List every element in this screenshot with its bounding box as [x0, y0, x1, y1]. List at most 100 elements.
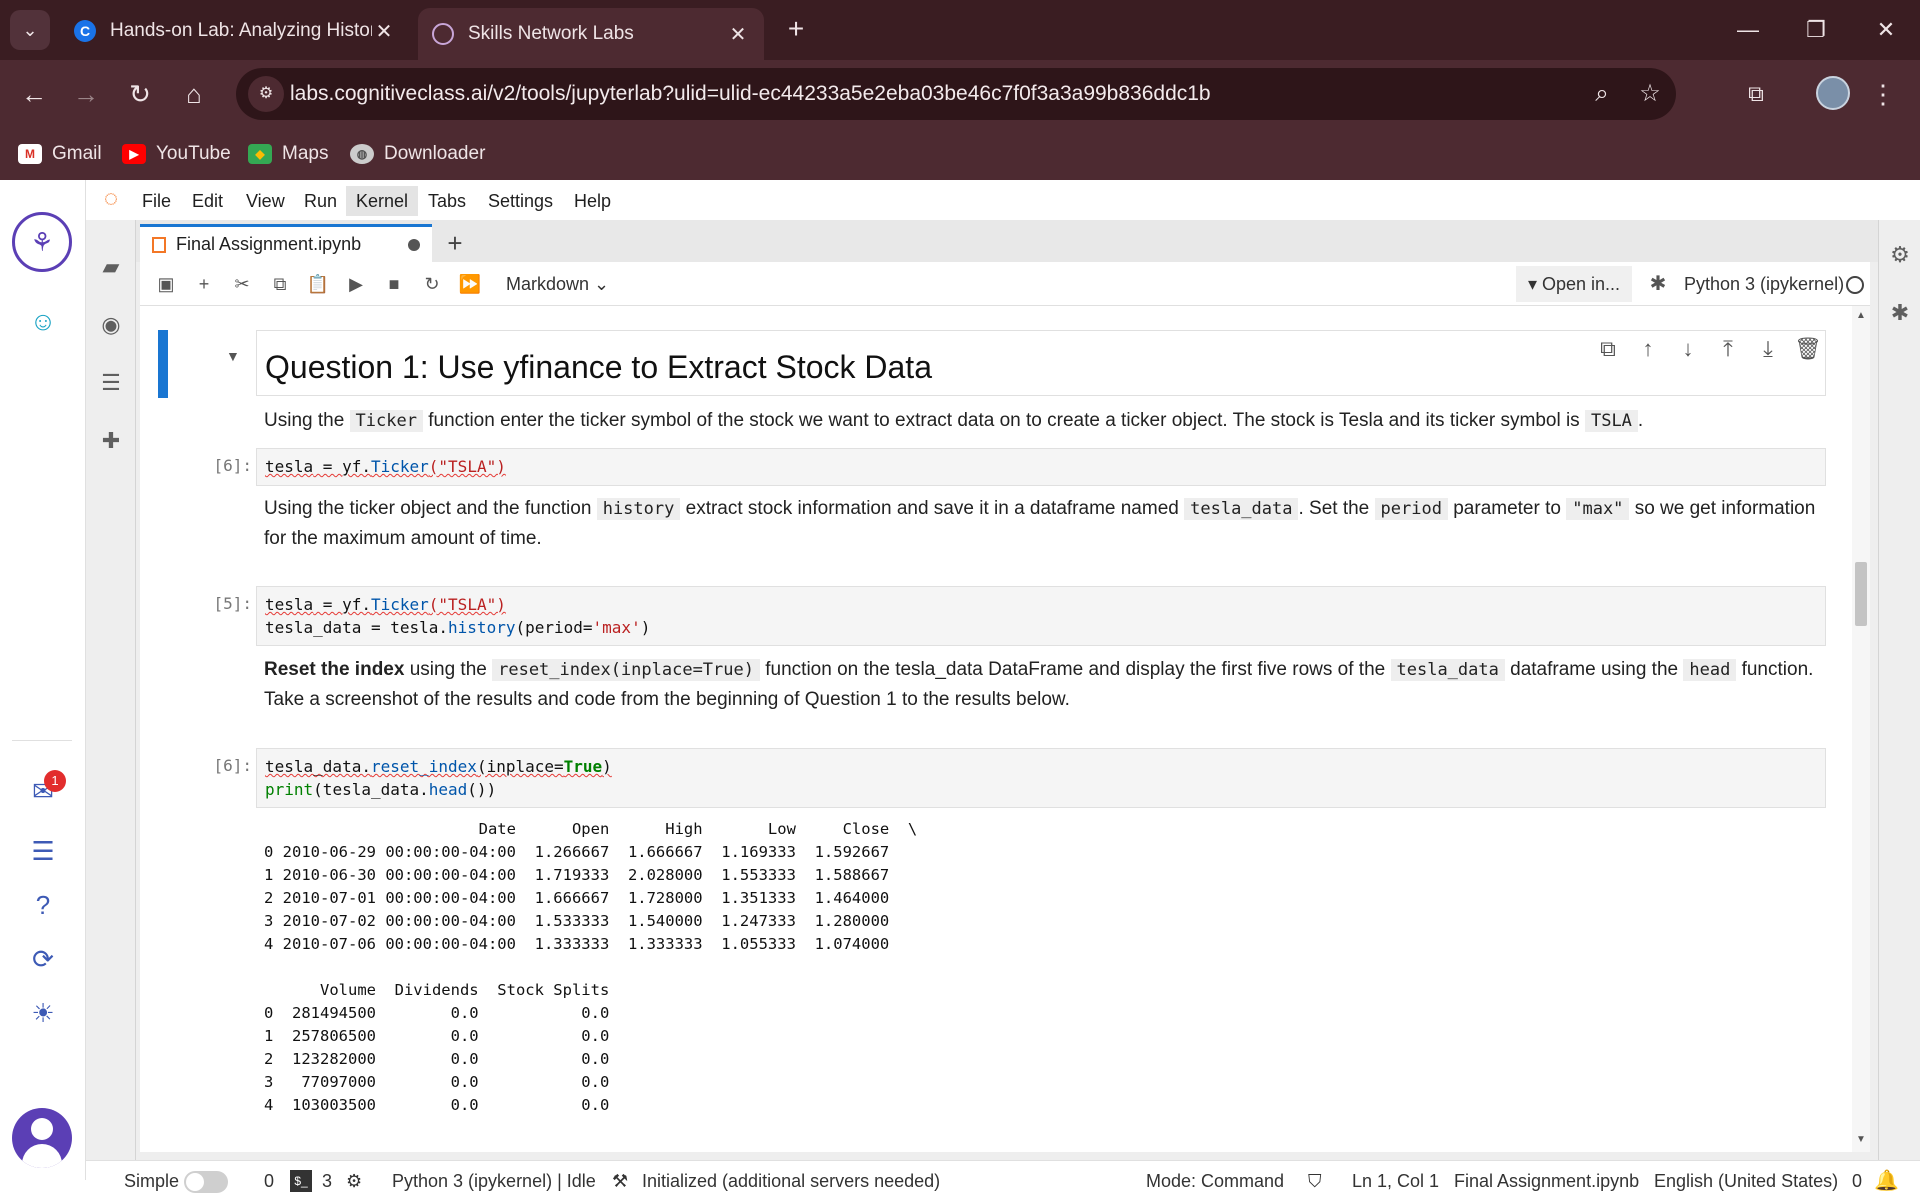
bookmark-youtube[interactable]: ▶ YouTube [122, 140, 231, 168]
unsaved-dot-icon[interactable] [408, 238, 420, 251]
debugger-icon[interactable]: ✱ [1883, 296, 1917, 330]
url-text[interactable]: labs.cognitiveclass.ai/v2/tools/jupyterl… [290, 82, 1211, 106]
restore-icon[interactable]: ❐ [1786, 10, 1846, 50]
duplicate-cell-icon[interactable]: ⧉ [1588, 336, 1628, 362]
toc-icon[interactable]: ☰ [92, 364, 130, 402]
scroll-up-icon[interactable]: ▲ [1854, 310, 1868, 324]
bookmark-maps[interactable]: ◆ Maps [248, 140, 328, 168]
notebook-panel[interactable]: ▲ ▼ ▼ Question 1: Use yfinance to Extrac… [140, 306, 1870, 1152]
code-cell[interactable]: tesla = yf.Ticker("TSLA") tesla_data = t… [256, 586, 1826, 646]
menu-view[interactable]: View [236, 186, 295, 216]
language-selector[interactable]: English (United States) [1654, 1169, 1838, 1193]
forward-icon[interactable]: → [66, 74, 106, 114]
theme-icon[interactable]: ☀ [22, 992, 64, 1034]
menu-settings[interactable]: Settings [478, 186, 563, 216]
user-avatar[interactable] [12, 1108, 72, 1168]
code-cell[interactable]: tesla = yf.Ticker("TSLA") [256, 448, 1826, 486]
open-in-button[interactable]: ▾ Open in... [1516, 266, 1632, 302]
browser-menu-icon[interactable]: ⋮ [1868, 74, 1898, 114]
cursor-position[interactable]: Ln 1, Col 1 [1352, 1169, 1439, 1193]
bookmark-star-icon[interactable]: ☆ [1634, 78, 1666, 110]
browser-tab-lab[interactable]: C Hands-on Lab: Analyzing Histor ✕ [60, 8, 410, 54]
reload-icon[interactable]: ↻ [120, 74, 160, 114]
shield-icon[interactable]: ⛉ [1308, 1169, 1322, 1193]
save-icon[interactable]: ▣ [150, 268, 182, 300]
menu-tabs[interactable]: Tabs [418, 186, 476, 216]
menu-file[interactable]: File [132, 186, 181, 216]
code-cell[interactable]: tesla_data.reset_index(inplace=True) pri… [256, 748, 1826, 808]
insert-below-icon[interactable]: ⤓ [1748, 336, 1788, 362]
stop-icon[interactable]: ■ [378, 268, 410, 300]
inline-code: "max" [1566, 498, 1630, 520]
run-all-icon[interactable]: ⏩ [454, 268, 486, 300]
extensions-icon[interactable]: ⧉ [1736, 74, 1776, 114]
move-down-icon[interactable]: ↓ [1668, 336, 1708, 362]
close-tab-icon[interactable]: ✕ [372, 19, 396, 44]
bug-icon[interactable]: ✱ [1642, 268, 1674, 300]
close-tab-icon[interactable]: ✕ [726, 22, 750, 47]
kernel-count[interactable]: 3 [322, 1169, 332, 1193]
jupyterlab-app: ⚘ ☺ ✉ 1 ☰ ? ⟳ ☀ ◌ File Edit View Run Ker… [0, 180, 1920, 1200]
zoom-icon[interactable]: ⌕ [1586, 78, 1618, 110]
omnibox[interactable]: ⚙ labs.cognitiveclass.ai/v2/tools/jupyte… [236, 68, 1676, 120]
kernel-name[interactable]: Python 3 (ipykernel) [1684, 268, 1844, 300]
browser-tab-skills[interactable]: Skills Network Labs ✕ [418, 8, 764, 60]
instructions-icon[interactable]: ☰ [22, 830, 64, 872]
folder-icon[interactable]: ▰ [92, 248, 130, 286]
lsp-status-text[interactable]: Initialized (additional servers needed) [642, 1169, 940, 1193]
md-text: function on the tesla_data DataFrame and… [759, 659, 1391, 680]
output-header: Volume Dividends Stock Splits [264, 981, 610, 999]
paste-icon[interactable]: 📋 [302, 268, 334, 300]
output-row: 0 281494500 0.0 0.0 [264, 1004, 610, 1022]
insert-cell-icon[interactable]: + [188, 268, 220, 300]
minimize-icon[interactable]: — [1718, 10, 1778, 50]
home-icon[interactable]: ⌂ [174, 74, 214, 114]
copy-icon[interactable]: ⧉ [264, 268, 296, 300]
property-inspector-icon[interactable]: ⚙ [1883, 238, 1917, 272]
code-token: Ticker [370, 595, 429, 614]
profile-avatar[interactable] [1816, 76, 1850, 110]
extensions-icon[interactable]: ✚ [92, 422, 130, 460]
menu-edit[interactable]: Edit [182, 186, 233, 216]
delete-cell-icon[interactable]: 🗑 [1788, 336, 1828, 362]
terminal-count[interactable]: 0 [264, 1169, 274, 1193]
notebook-tab[interactable]: Final Assignment.ipynb [140, 224, 432, 262]
back-icon[interactable]: ← [14, 74, 54, 114]
terminal-icon[interactable]: $_ [290, 1170, 312, 1192]
output-row: 2 2010-07-01 00:00:00-04:00 1.666667 1.7… [264, 889, 890, 907]
bookmark-downloader[interactable]: ◍ Downloader [350, 140, 485, 168]
markdown-cell[interactable]: Reset the index using the reset_index(in… [264, 655, 1824, 715]
scroll-down-icon[interactable]: ▼ [1854, 1134, 1868, 1148]
running-icon[interactable]: ◉ [92, 306, 130, 344]
run-icon[interactable]: ▶ [340, 268, 372, 300]
collapse-heading-icon[interactable]: ▼ [226, 348, 240, 364]
help-icon[interactable]: ? [22, 884, 64, 926]
kernel-status-text[interactable]: Python 3 (ipykernel) | Idle [392, 1169, 596, 1193]
skills-network-logo[interactable]: ⚘ [12, 212, 72, 272]
notebook-scrollbar[interactable]: ▲ ▼ [1852, 306, 1870, 1152]
cut-icon[interactable]: ✂ [226, 268, 258, 300]
restart-icon[interactable]: ↻ [416, 268, 448, 300]
scrollbar-thumb[interactable] [1855, 562, 1867, 626]
insert-above-icon[interactable]: ⤒ [1708, 336, 1748, 362]
lsp-icon[interactable]: ⚒ [612, 1169, 628, 1193]
tab-search-button[interactable]: ⌄ [10, 10, 50, 50]
kernel-gear-icon[interactable]: ⚙ [346, 1169, 362, 1193]
new-launcher-button[interactable]: + [436, 224, 474, 262]
site-info-icon[interactable]: ⚙ [248, 76, 284, 112]
menu-help[interactable]: Help [564, 186, 621, 216]
menu-kernel[interactable]: Kernel [346, 186, 419, 216]
sync-icon[interactable]: ⟳ [22, 938, 64, 980]
move-up-icon[interactable]: ↑ [1628, 336, 1668, 362]
window-close-icon[interactable]: ✕ [1856, 10, 1916, 50]
bookmark-gmail[interactable]: M Gmail [18, 140, 102, 168]
bell-icon[interactable]: 🔔 [1874, 1169, 1899, 1193]
chat-assistant-icon[interactable]: ☺ [22, 300, 64, 342]
cell-type-select[interactable]: Markdown ⌄ [506, 268, 609, 300]
new-tab-button[interactable]: + [778, 12, 814, 48]
notification-count[interactable]: 0 [1852, 1169, 1862, 1193]
simple-mode-toggle[interactable] [184, 1171, 228, 1193]
markdown-cell[interactable]: Using the Ticker function enter the tick… [264, 406, 1824, 436]
markdown-cell[interactable]: Using the ticker object and the function… [264, 494, 1824, 554]
menu-run[interactable]: Run [294, 186, 347, 216]
